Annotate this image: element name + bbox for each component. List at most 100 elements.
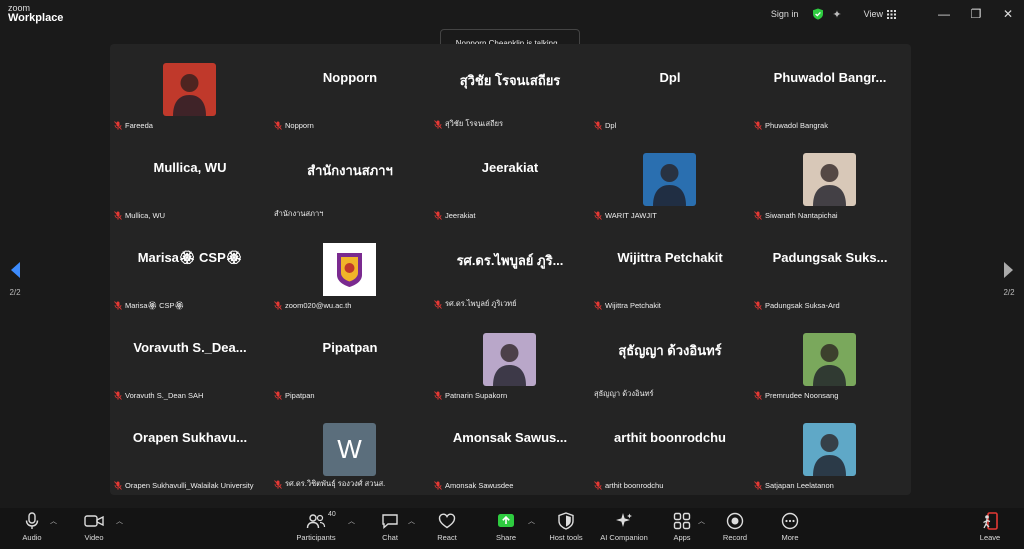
participant-tile[interactable]: Amonsak Sawus... Amonsak Sawusdee: [430, 404, 590, 494]
participant-label-text: Dpl: [605, 121, 617, 130]
video-button[interactable]: Video: [66, 512, 122, 542]
participant-display-name: Jeerakiat: [481, 160, 539, 175]
mic-muted-icon: [114, 391, 122, 400]
participant-tile[interactable]: Patnarin Supakorn: [430, 314, 590, 404]
participant-tile[interactable]: รศ.ดร.ไพบูลย์ ภูริ... รศ.ดร.ไพบูลย์ ภูริเ…: [430, 224, 590, 314]
mic-muted-icon: [754, 391, 762, 400]
participant-label-text: Orapen Sukhavulli_Walailak University: [125, 481, 254, 490]
participant-tile[interactable]: Wijittra Petchakit Wijittra Petchakit: [590, 224, 750, 314]
participant-name-label: Fareeda: [114, 121, 153, 130]
participant-label-text: Nopporn: [285, 121, 314, 130]
mic-muted-icon: [274, 479, 282, 489]
person-photo-icon: [653, 164, 686, 206]
participants-count: 40: [328, 511, 336, 518]
participant-label-text: Padungsak Suksa-Ard: [765, 301, 840, 310]
minimize-icon[interactable]: —: [928, 7, 960, 21]
participant-name-label: Premrudee Noonsang: [754, 391, 838, 400]
video-gallery: Fareeda Nopporn Nopporn สุวิชัย โรจนเสถียรส…: [110, 44, 911, 495]
mic-muted-icon: [594, 121, 602, 130]
participant-tile[interactable]: Nopporn Nopporn: [270, 44, 430, 134]
participant-tile[interactable]: Fareeda: [110, 44, 270, 134]
participant-tile[interactable]: Voravuth S._Dea... Voravuth S._Dean SAH: [110, 314, 270, 404]
participant-tile[interactable]: สุวิชัย โรจนเสถียร สุวิชัย โรจนเสถียร: [430, 44, 590, 134]
close-icon[interactable]: ✕: [992, 7, 1024, 21]
participant-tile[interactable]: Dpl Dpl: [590, 44, 750, 134]
participant-tile[interactable]: Pipatpan Pipatpan: [270, 314, 430, 404]
participant-tile[interactable]: WARIT JAWJIT: [590, 134, 750, 224]
sign-in-link[interactable]: Sign in: [771, 9, 799, 19]
participant-tile[interactable]: Siwanath Nantapichai: [750, 134, 910, 224]
video-camera-icon: [84, 515, 104, 527]
sparkle-icon: [616, 513, 632, 527]
participant-name-label: Dpl: [594, 121, 616, 130]
participant-tile[interactable]: Padungsak Suks... Padungsak Suksa-Ard: [750, 224, 910, 314]
share-button[interactable]: Share: [478, 512, 534, 542]
participant-name-label: Jeerakiat: [434, 211, 475, 220]
participant-tile[interactable]: สุธัญญา ด้วงอินทร์ สุธัญญา ด้วงอินทร์: [590, 314, 750, 404]
participant-display-name: Mullica, WU: [153, 160, 227, 175]
participant-avatar: [803, 333, 856, 386]
restore-icon[interactable]: ❐: [960, 7, 992, 21]
participant-tile[interactable]: arthit boonrodchu arthit boonrodchu: [590, 404, 750, 494]
participant-tile[interactable]: Mullica, WU Mullica, WU: [110, 134, 270, 224]
ai-companion-button[interactable]: AI Companion: [596, 512, 652, 542]
participant-tile[interactable]: Premrudee Noonsang: [750, 314, 910, 404]
participant-tile[interactable]: สำนักงานสภาฯ สำนักงานสภาฯ: [270, 134, 430, 224]
audio-options-caret[interactable]: ︿: [50, 516, 57, 526]
shield-icon[interactable]: [812, 8, 824, 20]
participant-name-label: Wijittra Petchakit: [594, 301, 661, 310]
mic-muted-icon: [434, 211, 442, 220]
mic-muted-icon: [114, 121, 122, 130]
participant-tile[interactable]: Satjapan Leelatanon: [750, 404, 910, 494]
participant-display-name: Marisa🏵 CSP🏵: [137, 250, 243, 265]
participant-name-label: Amonsak Sawusdee: [434, 481, 513, 490]
record-button[interactable]: Record: [707, 512, 763, 542]
host-tools-button[interactable]: Host tools: [538, 512, 594, 542]
mic-muted-icon: [754, 211, 762, 220]
chat-options-caret[interactable]: ︿: [408, 516, 415, 526]
video-options-caret[interactable]: ︿: [116, 516, 123, 526]
participant-display-name: Voravuth S._Dea...: [133, 340, 247, 355]
participant-name-label: Satjapan Leelatanon: [754, 481, 834, 490]
more-button[interactable]: More: [762, 512, 818, 542]
apps-icon: [673, 512, 691, 530]
participant-label-text: Satjapan Leelatanon: [765, 481, 834, 490]
participant-label-text: WARIT JAWJIT: [605, 211, 657, 220]
apps-options-caret[interactable]: ︿: [698, 516, 705, 526]
participant-tile[interactable]: W รศ.ดร.วิชิตพันธุ์ รองวงศ์ สวนส.: [270, 404, 430, 494]
view-button[interactable]: View: [864, 9, 883, 19]
shield-icon: [558, 512, 574, 530]
react-button[interactable]: React: [419, 512, 475, 542]
participants-options-caret[interactable]: ︿: [348, 516, 355, 526]
participant-display-name: Dpl: [659, 70, 681, 85]
participant-label-text: Marisa🏵 CSP🏵: [125, 301, 185, 310]
participant-display-name: สุธัญญา ด้วงอินทร์: [618, 343, 722, 358]
participant-display-name: arthit boonrodchu: [614, 430, 726, 445]
participant-name-label: สำนักงานสภาฯ: [274, 208, 323, 220]
university-seal-icon: [323, 243, 376, 296]
grid-icon[interactable]: [887, 9, 896, 19]
participant-label-text: รศ.ดร.วิชิตพันธุ์ รองวงศ์ สวนส.: [285, 479, 386, 488]
participant-tile[interactable]: Marisa🏵 CSP🏵 Marisa🏵 CSP🏵: [110, 224, 270, 314]
participant-display-name: Orapen Sukhavu...: [132, 430, 248, 445]
sparkle-icon[interactable]: ✦: [832, 8, 841, 21]
share-options-caret[interactable]: ︿: [528, 516, 535, 526]
participants-icon: [306, 514, 326, 529]
participant-name-label: สุวิชัย โรจนเสถียร: [434, 118, 503, 130]
participant-name-label: Orapen Sukhavulli_Walailak University: [114, 481, 254, 490]
participant-label-text: สุวิชัย โรจนเสถียร: [445, 119, 504, 128]
participant-label-text: Patnarin Supakorn: [445, 391, 508, 400]
participant-avatar: [803, 423, 856, 476]
participant-avatar: [323, 243, 376, 296]
participant-label-text: arthit boonrodchu: [605, 481, 664, 490]
leave-button[interactable]: Leave: [962, 512, 1018, 542]
participant-tile[interactable]: Phuwadol Bangr... Phuwadol Bangrak: [750, 44, 910, 134]
participant-tile[interactable]: Jeerakiat Jeerakiat: [430, 134, 590, 224]
participant-label-text: Voravuth S._Dean SAH: [125, 391, 204, 400]
next-page-button[interactable]: 2/2: [994, 245, 1024, 305]
title-bar: zoom Workplace Sign in ✦ View — ❐ ✕: [0, 0, 1024, 28]
prev-page-button[interactable]: 2/2: [0, 245, 30, 305]
participant-tile[interactable]: zoom020@wu.ac.th: [270, 224, 430, 314]
participant-avatar: [643, 153, 696, 206]
participant-tile[interactable]: Orapen Sukhavu... Orapen Sukhavulli_Walai…: [110, 404, 270, 494]
